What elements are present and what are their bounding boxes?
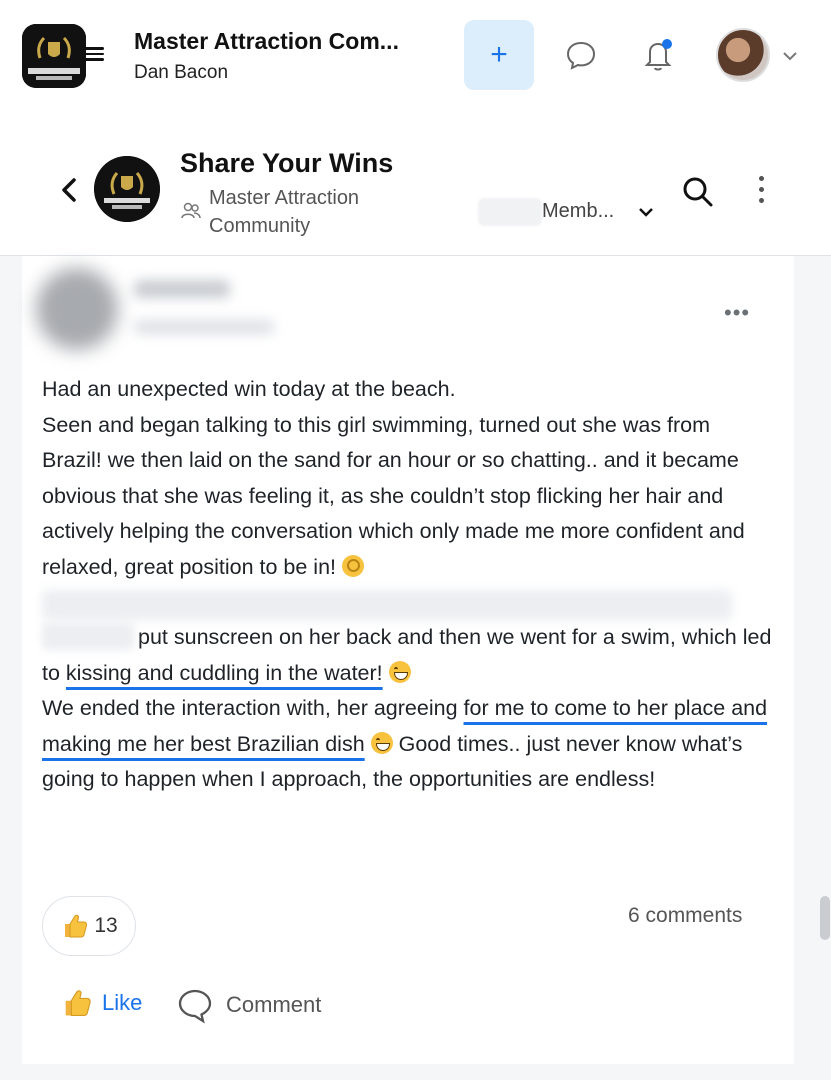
reaction-summary[interactable]: 13: [42, 896, 136, 956]
community-name[interactable]: Master Attraction Community: [209, 184, 439, 240]
laurel-shield-icon: [94, 156, 160, 222]
plus-icon: +: [490, 38, 508, 71]
like-button[interactable]: Like: [60, 986, 142, 1020]
new-post-button[interactable]: +: [464, 20, 534, 90]
people-icon: [181, 202, 201, 219]
more-horizontal-icon[interactable]: •••: [724, 300, 750, 326]
chevron-down-icon[interactable]: [634, 200, 658, 224]
post-card: ••• Had an unexpected win today at the b…: [22, 256, 794, 1064]
community-logo[interactable]: [22, 24, 86, 88]
chevron-down-icon[interactable]: [778, 44, 802, 68]
comment-button[interactable]: Comment: [176, 986, 321, 1024]
post-paragraph: put sunscreen on her back and then we we…: [42, 620, 772, 691]
comment-icon: [178, 989, 212, 1024]
grin-emoji: [370, 731, 393, 754]
author-avatar[interactable]: [36, 268, 118, 350]
highlighted-text: kissing and cuddling in the water!: [65, 660, 383, 685]
author-name-redacted[interactable]: [134, 280, 230, 298]
post-line: Had an unexpected win today at the beach…: [42, 377, 456, 401]
post-paragraph: We ended the interaction with, her agree…: [42, 696, 768, 791]
post-meta-redacted: [134, 320, 274, 334]
comments-count[interactable]: 6 comments: [628, 904, 742, 928]
thumbs-up-icon: [65, 914, 88, 938]
redacted-text: [42, 590, 732, 620]
user-avatar[interactable]: [716, 28, 770, 82]
bell-icon[interactable]: [636, 32, 680, 76]
app-bar: Master Attraction Com... Dan Bacon +: [0, 0, 831, 112]
hamburger-icon[interactable]: [84, 44, 104, 64]
group-title: Share Your Wins: [180, 148, 394, 178]
redacted-member-avatars: [478, 198, 542, 226]
user-name: Dan Bacon: [134, 62, 229, 83]
group-logo[interactable]: [94, 156, 160, 222]
redacted-text: [42, 622, 134, 650]
like-label: Like: [102, 990, 143, 1015]
grin-emoji: [388, 660, 411, 683]
app-title[interactable]: Master Attraction Com...: [134, 28, 399, 55]
group-header: Share Your Wins Master Attraction Commun…: [0, 112, 831, 256]
back-arrow-icon[interactable]: [56, 174, 84, 206]
reaction-count: 13: [94, 914, 118, 937]
laurel-shield-icon: [22, 24, 86, 88]
comment-label: Comment: [226, 992, 322, 1017]
post-paragraph: Seen and began talking to this girl swim…: [42, 412, 745, 579]
thumbs-up-icon: [65, 990, 91, 1017]
ok-hand-emoji: [342, 554, 365, 577]
post-body: Had an unexpected win today at the beach…: [42, 372, 772, 798]
feed: ••• Had an unexpected win today at the b…: [0, 256, 831, 1080]
search-icon[interactable]: [680, 174, 716, 210]
more-vertical-icon[interactable]: [756, 176, 766, 206]
members-label[interactable]: Memb...: [542, 200, 614, 223]
scrollbar[interactable]: [820, 896, 830, 940]
chat-bubble-icon[interactable]: [560, 34, 602, 76]
